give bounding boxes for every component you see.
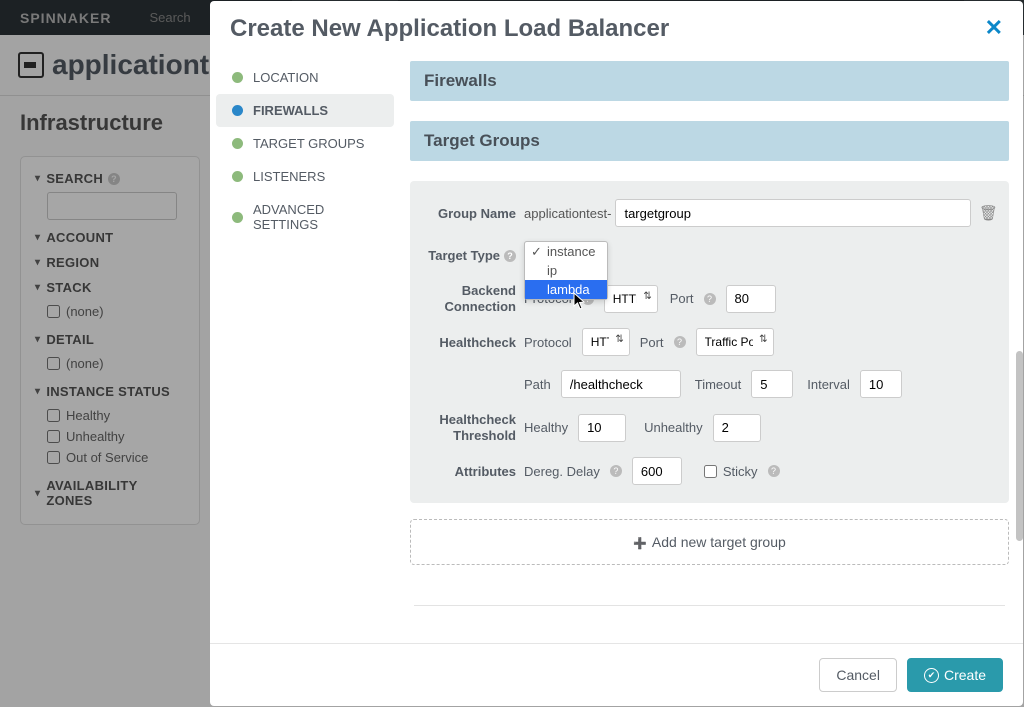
dropdown-option-ip[interactable]: ip [525,261,607,280]
create-alb-modal: Create New Application Load Balancer ✕ L… [210,1,1023,706]
port-label: Port [670,291,694,306]
attributes-label: Attributes [424,464,524,479]
threshold-label: HealthcheckThreshold [424,412,524,443]
healthcheck-label: Healthcheck [424,335,524,350]
modal-header: Create New Application Load Balancer ✕ [210,1,1023,51]
hc-path-label: Path [524,377,551,392]
section-firewalls: Firewalls [410,61,1009,101]
target-type-dropdown: instance ip lambda [524,241,608,300]
step-dot-icon [232,138,243,149]
step-dot-icon [232,105,243,116]
create-button[interactable]: Create [907,658,1003,692]
step-target-groups[interactable]: TARGET GROUPS [216,127,394,160]
info-icon[interactable]: ? [674,336,686,348]
target-group-card: Group Name applicationtest- 🗑 Target Typ… [410,181,1009,503]
backend-connection-label: BackendConnection [424,283,524,314]
hc-port-select[interactable] [696,328,774,356]
hc-path-input[interactable] [561,370,681,398]
step-firewalls[interactable]: FIREWALLS [216,94,394,127]
hc-timeout-input[interactable] [751,370,793,398]
backend-port-input[interactable] [726,285,776,313]
section-target-groups: Target Groups [410,121,1009,161]
step-dot-icon [232,212,243,223]
add-target-group-button[interactable]: Add new target group [410,519,1009,565]
modal-content[interactable]: Firewalls Target Groups Group Name appli… [400,51,1023,643]
group-name-label: Group Name [424,206,524,221]
info-icon[interactable]: ? [610,465,622,477]
info-icon[interactable]: ? [504,250,516,262]
modal-footer: Cancel Create [210,643,1023,706]
hc-timeout-label: Timeout [695,377,741,392]
sticky-checkbox[interactable] [704,465,717,478]
unhealthy-input[interactable] [713,414,761,442]
close-icon[interactable]: ✕ [985,15,1003,41]
step-listeners[interactable]: LISTENERS [216,160,394,193]
info-icon[interactable]: ? [768,465,780,477]
trash-icon[interactable]: 🗑 [979,204,995,222]
dropdown-option-lambda[interactable]: lambda [525,280,607,299]
group-name-input[interactable] [615,199,971,227]
unhealthy-label: Unhealthy [644,420,703,435]
target-type-label: Target Type? [424,248,524,263]
modal-title: Create New Application Load Balancer [230,15,985,43]
dropdown-option-instance[interactable]: instance [525,242,607,261]
cancel-button[interactable]: Cancel [819,658,897,692]
dereg-label: Dereg. Delay [524,464,600,479]
hc-interval-label: Interval [807,377,850,392]
hc-interval-input[interactable] [860,370,902,398]
hc-protocol-select[interactable] [582,328,630,356]
step-dot-icon [232,171,243,182]
step-advanced[interactable]: ADVANCED SETTINGS [216,193,394,241]
sticky-label: Sticky [723,464,758,479]
step-location[interactable]: LOCATION [216,61,394,94]
group-name-prefix: applicationtest- [524,206,611,221]
healthy-input[interactable] [578,414,626,442]
healthy-label: Healthy [524,420,568,435]
info-icon[interactable]: ? [704,293,716,305]
backend-protocol-select[interactable] [604,285,658,313]
dereg-delay-input[interactable] [632,457,682,485]
wizard-steps: LOCATION FIREWALLS TARGET GROUPS LISTENE… [210,51,400,643]
scrollbar-thumb[interactable] [1016,351,1023,541]
step-dot-icon [232,72,243,83]
